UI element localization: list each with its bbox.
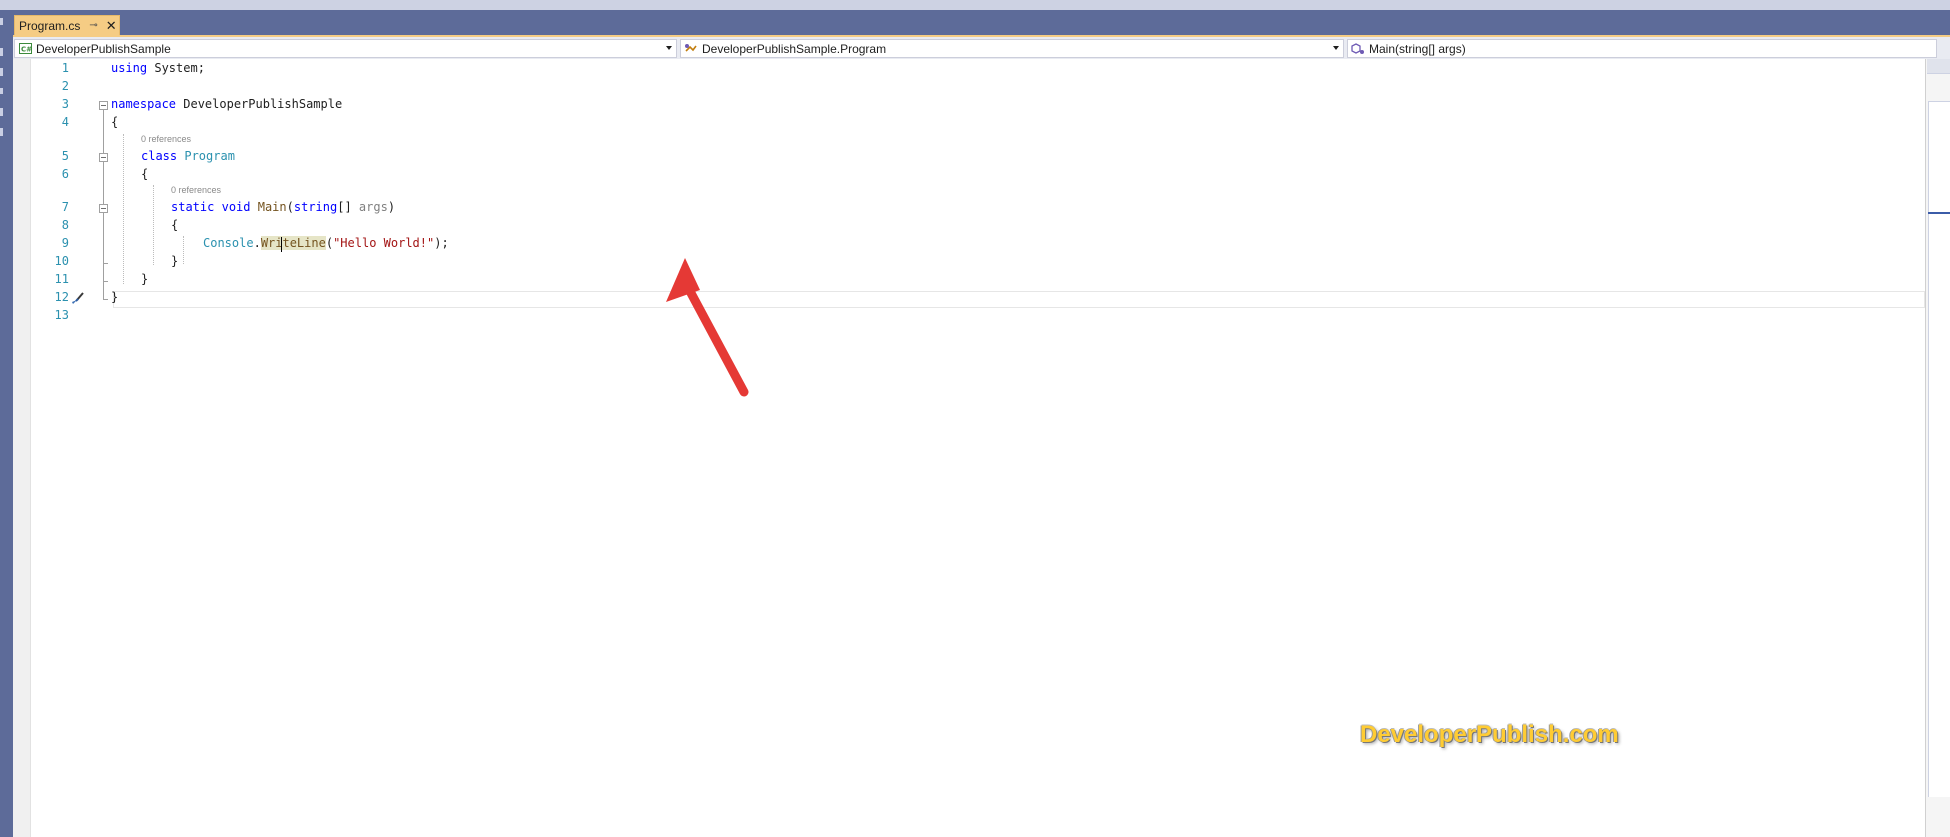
project-dropdown-value: DeveloperPublishSample	[36, 41, 171, 56]
collapse-namespace-toggle[interactable]	[99, 101, 108, 110]
rail-tab-marker[interactable]	[0, 88, 3, 94]
code-text: .	[253, 236, 261, 250]
class-references-codelens[interactable]: 0 references	[141, 134, 191, 144]
outline-end	[103, 299, 108, 300]
indent-guide	[123, 134, 124, 284]
code-line-6[interactable]: {	[141, 167, 148, 181]
code-line-10[interactable]: }	[171, 254, 178, 268]
pin-icon[interactable]: ⊸	[89, 20, 97, 31]
line-number: 4	[61, 115, 69, 129]
text-caret	[281, 237, 282, 252]
indent-guide	[183, 236, 184, 264]
code-text: (	[325, 236, 334, 250]
member-dropdown[interactable]: Main(string[] args)	[1347, 39, 1937, 58]
line-number: 1	[61, 61, 69, 75]
right-panel-selection	[1928, 212, 1950, 214]
chevron-down-icon[interactable]	[666, 46, 672, 50]
type-dropdown[interactable]: DeveloperPublishSample.Program	[680, 39, 1344, 58]
line-number: 9	[61, 236, 69, 250]
right-panel-tab[interactable]	[1927, 59, 1950, 74]
outline-end	[103, 281, 108, 282]
line-number: 3	[61, 97, 69, 111]
right-panel-content	[1928, 101, 1950, 797]
line-number: 8	[61, 218, 69, 232]
tab-label: Program.cs	[19, 18, 81, 33]
collapse-method-toggle[interactable]	[99, 204, 108, 213]
line-number: 13	[54, 308, 69, 322]
project-dropdown[interactable]: C# DeveloperPublishSample	[14, 39, 677, 58]
collapse-class-toggle[interactable]	[99, 153, 108, 162]
keyword-using: using	[111, 61, 148, 75]
line-number: 12	[54, 290, 69, 304]
left-tool-rail	[0, 10, 13, 837]
code-line-8[interactable]: {	[171, 218, 178, 232]
line-number: 10	[54, 254, 69, 268]
method-main: Main	[257, 200, 287, 214]
keyword-void: void	[221, 200, 251, 214]
code-line-9[interactable]: Console.WriteLine("Hello World!");	[203, 236, 449, 250]
member-dropdown-value: Main(string[] args)	[1369, 41, 1466, 56]
outline-end	[103, 263, 108, 264]
code-line-4[interactable]: {	[111, 115, 118, 129]
code-line-7[interactable]: static void Main(string[] args)	[171, 200, 395, 214]
line-number: 2	[61, 79, 69, 93]
rail-tab-marker[interactable]	[0, 108, 3, 116]
method-references-codelens[interactable]: 0 references	[171, 185, 221, 195]
keyword-namespace: namespace	[111, 97, 177, 111]
right-side-panel	[1925, 59, 1950, 837]
paintbrush-icon[interactable]	[70, 292, 85, 310]
keyword-string: string	[293, 200, 338, 214]
csharp-project-icon: C#	[18, 43, 32, 55]
document-tab-program-cs[interactable]: Program.cs ⊸ ✕	[14, 15, 120, 35]
close-icon[interactable]: ✕	[106, 19, 117, 32]
code-text: )	[387, 200, 396, 214]
line-number: 6	[61, 167, 69, 181]
chevron-down-icon[interactable]	[1333, 46, 1339, 50]
class-icon	[684, 43, 698, 55]
string-literal: "Hello World!"	[333, 236, 435, 250]
type-program: Program	[184, 149, 235, 163]
code-line-3[interactable]: namespace DeveloperPublishSample	[111, 97, 342, 111]
type-console: Console	[203, 236, 254, 250]
code-text: []	[337, 200, 359, 214]
navigation-bar: C# DeveloperPublishSample DeveloperPubli…	[13, 35, 1950, 59]
line-number: 5	[61, 149, 69, 163]
code-text: DeveloperPublishSample	[176, 97, 343, 111]
code-line-11[interactable]: }	[141, 272, 148, 286]
code-editor[interactable]: 1 2 3 4 5 6 7 8 9 10 11 12 13 using Syst…	[13, 59, 1925, 837]
keyword-class: class	[141, 149, 178, 163]
rail-tab-marker[interactable]	[0, 48, 3, 56]
line-number: 7	[61, 200, 69, 214]
red-arrow-icon	[666, 258, 749, 397]
document-tab-row: Program.cs ⊸ ✕	[13, 10, 1950, 35]
rail-tab-marker[interactable]	[0, 68, 3, 76]
line-number: 11	[54, 272, 69, 286]
rail-tab-marker[interactable]	[0, 128, 3, 136]
keyword-static: static	[171, 200, 215, 214]
rail-tab-marker[interactable]	[0, 18, 3, 25]
code-line-1[interactable]: using System;	[111, 61, 205, 75]
code-line-5[interactable]: class Program	[141, 149, 235, 163]
svg-text:C#: C#	[21, 46, 32, 54]
indent-guide	[153, 185, 154, 265]
parameter-args: args	[358, 200, 388, 214]
current-line-highlight	[113, 291, 1925, 308]
watermark: DeveloperPublish.com	[1360, 721, 1619, 748]
code-text: );	[434, 236, 449, 250]
window-top-strip	[0, 0, 1950, 10]
code-text: System;	[147, 61, 205, 75]
type-dropdown-value: DeveloperPublishSample.Program	[702, 41, 887, 56]
code-text: (	[286, 200, 294, 214]
glyph-margin[interactable]	[13, 59, 31, 837]
method-writeline: WriteLine	[260, 236, 326, 250]
method-icon	[1351, 42, 1365, 55]
code-line-12[interactable]: }	[111, 290, 118, 304]
